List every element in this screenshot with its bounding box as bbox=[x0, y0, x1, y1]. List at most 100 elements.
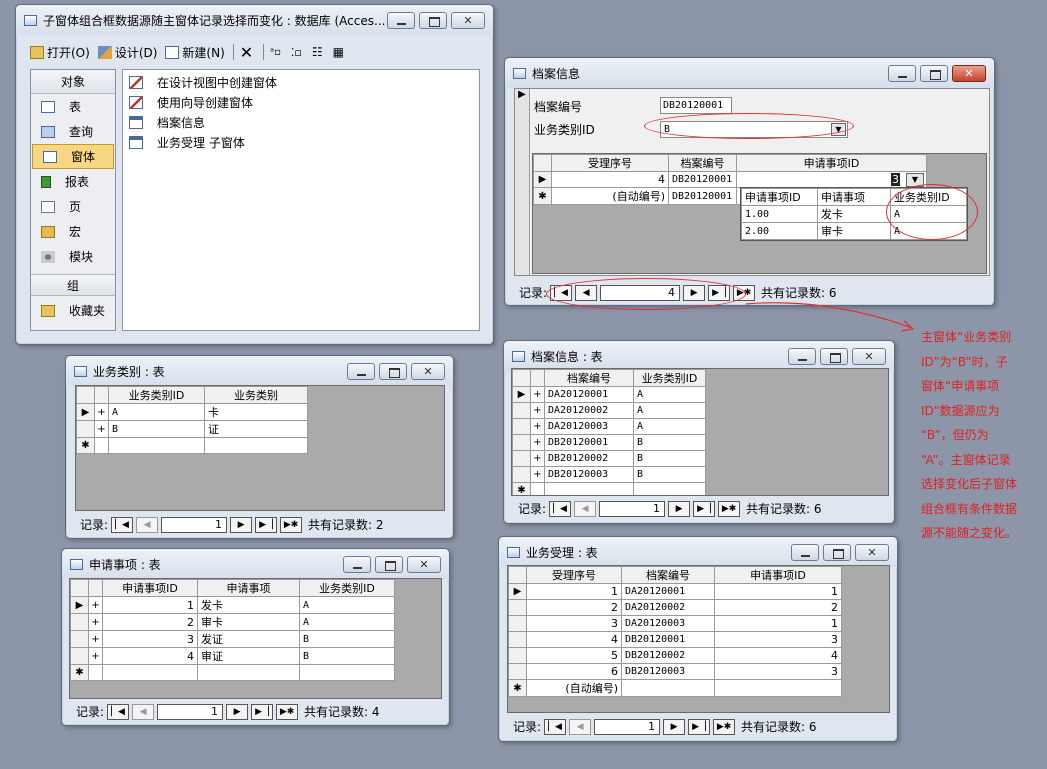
objects-item-queries[interactable]: 查询 bbox=[31, 119, 115, 144]
maximize-button[interactable] bbox=[375, 556, 403, 573]
table-cell[interactable]: A bbox=[633, 386, 706, 403]
archive-form-titlebar[interactable]: 档案信息 bbox=[505, 58, 994, 88]
new-record-icon[interactable]: ✱ bbox=[533, 187, 552, 205]
new-button[interactable]: 新建(N) bbox=[165, 44, 225, 61]
last-record-button[interactable]: ▶▕ bbox=[251, 703, 274, 720]
biz-type-combo[interactable]: B ▼ bbox=[660, 121, 848, 138]
table-cell[interactable]: DB20120002 bbox=[544, 450, 634, 467]
table-cell[interactable]: 5 bbox=[526, 647, 622, 664]
table-row[interactable]: 2 DA20120002 2 bbox=[508, 599, 842, 616]
table-cell[interactable]: 3 bbox=[714, 631, 842, 648]
dropdown-option[interactable]: 2.00 审卡 A bbox=[741, 222, 967, 240]
prev-record-button[interactable]: ◀ bbox=[574, 500, 597, 517]
dropdown-cell[interactable]: 1.00 bbox=[741, 205, 818, 223]
details-view-icon[interactable]: ▦ bbox=[333, 45, 344, 59]
list-item-subform[interactable]: 业务受理 子窗体 bbox=[129, 132, 479, 152]
expand-icon[interactable]: + bbox=[530, 466, 545, 483]
objects-item-modules[interactable]: 模块 bbox=[31, 244, 115, 269]
request-id-combo[interactable]: 3 ▼ bbox=[736, 171, 927, 188]
expand-icon[interactable]: + bbox=[530, 402, 545, 419]
current-row-icon[interactable]: ▶ bbox=[512, 386, 531, 403]
table-cell[interactable]: 6 bbox=[526, 663, 622, 680]
table-row[interactable]: + 2 审卡 A bbox=[70, 613, 395, 631]
table-row-new[interactable]: ✱ bbox=[70, 664, 395, 681]
request-id-dropdown-list[interactable]: 申请事项ID 申请事项 业务类别ID 1.00 发卡 A 2.00 审卡 A bbox=[740, 187, 968, 241]
list-item-create-in-design-view[interactable]: 在设计视图中创建窗体 bbox=[129, 72, 479, 92]
expand-icon[interactable]: + bbox=[94, 403, 109, 421]
minimize-button[interactable] bbox=[791, 544, 819, 561]
table-cell[interactable]: 4 bbox=[102, 647, 198, 665]
table-cell[interactable]: DB20120001 bbox=[621, 631, 715, 648]
table-cell[interactable]: 卡 bbox=[204, 403, 308, 421]
dropdown-cell[interactable]: A bbox=[890, 205, 967, 223]
new-record-button[interactable]: ▶✱ bbox=[718, 500, 741, 517]
table-cell[interactable]: 2 bbox=[714, 599, 842, 616]
new-record-icon[interactable]: ✱ bbox=[70, 664, 89, 681]
first-record-button[interactable]: ▏◀ bbox=[544, 718, 567, 735]
minimize-button[interactable] bbox=[387, 12, 415, 29]
table-cell[interactable]: DA20120002 bbox=[621, 599, 715, 616]
table-cell[interactable]: 3 bbox=[526, 615, 622, 632]
table-cell[interactable] bbox=[299, 664, 395, 681]
close-button[interactable] bbox=[952, 65, 986, 82]
table-row[interactable]: 3 DA20120003 1 bbox=[508, 615, 842, 632]
table-cell[interactable] bbox=[102, 664, 198, 681]
current-row-icon[interactable]: ▶ bbox=[508, 583, 527, 600]
column-header[interactable]: 档案编号 bbox=[621, 566, 715, 584]
dropdown-cell[interactable]: 2.00 bbox=[741, 222, 818, 240]
small-icons-icon[interactable]: ⁚▫ bbox=[291, 46, 302, 59]
maximize-button[interactable] bbox=[419, 12, 447, 29]
row-selector[interactable] bbox=[512, 418, 531, 435]
table-cell[interactable]: 4 bbox=[551, 171, 669, 188]
objects-header[interactable]: 对象 bbox=[31, 70, 115, 94]
list-item-create-with-wizard[interactable]: 使用向导创建窗体 bbox=[129, 92, 479, 112]
table-row[interactable]: ▶ 1 DA20120001 1 bbox=[508, 583, 842, 600]
expand-icon[interactable]: + bbox=[530, 386, 545, 403]
close-button[interactable] bbox=[855, 544, 889, 561]
close-button[interactable] bbox=[411, 363, 445, 380]
minimize-button[interactable] bbox=[347, 363, 375, 380]
last-record-button[interactable]: ▶▕ bbox=[255, 516, 278, 533]
table-cell[interactable]: 2 bbox=[102, 613, 198, 631]
table-row[interactable]: + DB20120003 B bbox=[512, 466, 706, 483]
row-selector[interactable] bbox=[512, 466, 531, 483]
table-cell[interactable] bbox=[633, 482, 706, 495]
row-selector[interactable] bbox=[70, 647, 89, 665]
expand-icon[interactable]: + bbox=[94, 420, 109, 438]
column-header[interactable]: 业务类别 bbox=[204, 386, 308, 404]
table-row-new[interactable]: ✱ (自动编号) bbox=[508, 679, 842, 697]
prev-record-button[interactable]: ◀ bbox=[132, 703, 155, 720]
large-icons-icon[interactable]: ᵃ▫ bbox=[270, 47, 281, 58]
table-row[interactable]: 5 DB20120002 4 bbox=[508, 647, 842, 664]
objects-item-pages[interactable]: 页 bbox=[31, 194, 115, 219]
table-cell[interactable]: 审证 bbox=[197, 647, 300, 665]
table-cell[interactable]: DB20120001 bbox=[668, 171, 737, 188]
row-selector[interactable] bbox=[508, 599, 527, 616]
row-selector[interactable] bbox=[508, 647, 527, 664]
table-cell[interactable]: DA20120002 bbox=[544, 402, 634, 419]
table-row[interactable]: + DB20120002 B bbox=[512, 450, 706, 467]
biz-type-table-titlebar[interactable]: 业务类别 : 表 bbox=[66, 356, 453, 386]
next-record-button[interactable]: ▶ bbox=[683, 284, 706, 301]
row-selector[interactable] bbox=[508, 663, 527, 680]
row-selector[interactable] bbox=[70, 613, 89, 631]
new-record-button[interactable]: ▶✱ bbox=[713, 718, 736, 735]
table-cell[interactable]: DB20120002 bbox=[621, 647, 715, 664]
expand-icon[interactable]: + bbox=[530, 434, 545, 451]
maximize-button[interactable] bbox=[379, 363, 407, 380]
table-cell[interactable]: A bbox=[299, 613, 395, 631]
table-cell[interactable]: DA20120003 bbox=[621, 615, 715, 632]
dropdown-option[interactable]: 1.00 发卡 A bbox=[741, 205, 967, 223]
row-selector[interactable] bbox=[70, 630, 89, 648]
column-header[interactable]: 申请事项 bbox=[197, 579, 300, 597]
next-record-button[interactable]: ▶ bbox=[663, 718, 686, 735]
table-cell[interactable]: B bbox=[633, 466, 706, 483]
table-cell[interactable]: 3 bbox=[714, 663, 842, 680]
prev-record-button[interactable]: ◀ bbox=[136, 516, 159, 533]
minimize-button[interactable] bbox=[343, 556, 371, 573]
column-header[interactable]: 业务类别ID bbox=[299, 579, 395, 597]
maximize-button[interactable] bbox=[920, 65, 948, 82]
dropdown-cell[interactable]: 审卡 bbox=[817, 222, 891, 240]
table-cell[interactable]: B bbox=[108, 420, 205, 438]
row-selector[interactable] bbox=[512, 450, 531, 467]
